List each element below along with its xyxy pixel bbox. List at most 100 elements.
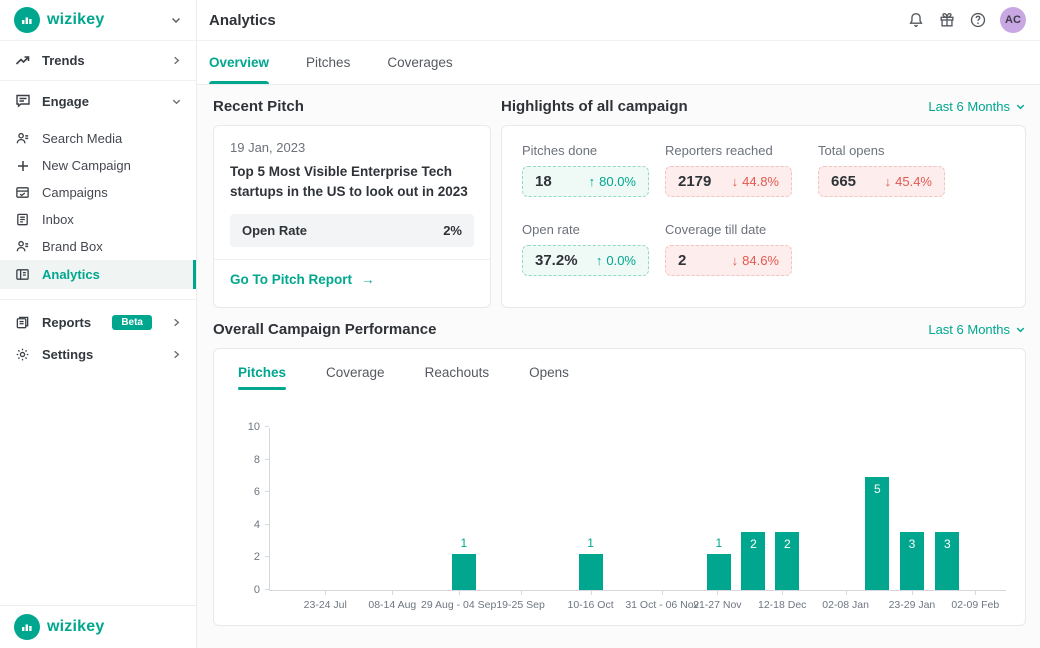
- arrow-up-icon: ↑: [596, 253, 603, 268]
- x-axis-tick: [325, 591, 326, 595]
- y-axis-tick-label: 2: [254, 551, 260, 563]
- sidebar-item-label: Campaigns: [42, 185, 108, 200]
- bar-value-label: 3: [900, 537, 924, 551]
- chart-tab-opens[interactable]: Opens: [529, 365, 569, 390]
- x-axis-tick: [717, 591, 718, 595]
- inbox-doc-icon: [14, 212, 31, 227]
- sidebar-item-analytics[interactable]: Analytics: [0, 260, 196, 289]
- x-axis-tick: [662, 591, 663, 595]
- sidebar-item-new-campaign[interactable]: New Campaign: [0, 152, 196, 179]
- bar-value-label: 3: [935, 537, 959, 551]
- sidebar-item-label: Engage: [42, 94, 89, 109]
- arrow-up-icon: ↑: [589, 174, 596, 189]
- x-axis-tick-label: 23-29 Jan: [889, 599, 936, 611]
- help-circle-icon[interactable]: [969, 11, 987, 29]
- metric-coverage-till-date: Coverage till date 2 ↓84.6%: [665, 222, 818, 276]
- highlights-card: Pitches done 18 ↑80.0% Reporters reached…: [501, 125, 1026, 308]
- y-axis-tick-label: 8: [254, 454, 260, 466]
- tab-overview[interactable]: Overview: [209, 41, 269, 84]
- y-axis-tick: [265, 524, 269, 525]
- chart-tabs: Pitches Coverage Reachouts Opens: [214, 365, 1025, 390]
- y-axis-tick-label: 10: [248, 421, 260, 433]
- chart-bar[interactable]: 1: [452, 554, 476, 590]
- performance-heading: Overall Campaign Performance: [213, 321, 436, 338]
- arrow-right-icon: →: [361, 272, 375, 287]
- x-axis-tick-label: 29 Aug - 04 Sep: [421, 599, 496, 611]
- highlights-period-dropdown[interactable]: Last 6 Months: [928, 99, 1026, 114]
- chart-bar[interactable]: 3: [900, 532, 924, 590]
- open-rate-row: Open Rate 2%: [230, 214, 474, 247]
- x-axis-tick-label: 31 Oct - 06 Nov: [625, 599, 699, 611]
- tab-coverages[interactable]: Coverages: [387, 41, 452, 84]
- report-doc-icon: [14, 315, 31, 330]
- sidebar-item-label: Analytics: [42, 267, 100, 282]
- sidebar: wizikey Trends Engage: [0, 0, 197, 648]
- engage-submenu: Search Media New Campaign Campaigns Inbo…: [0, 121, 196, 299]
- metric-reporters-reached: Reporters reached 2179 ↓44.8%: [665, 143, 818, 197]
- analytics-panel-icon: [14, 267, 31, 282]
- chevron-down-icon[interactable]: [170, 14, 182, 26]
- chart-bar[interactable]: 1: [579, 554, 603, 590]
- go-to-pitch-report-link[interactable]: Go To Pitch Report →: [230, 272, 375, 287]
- chevron-down-icon: [1015, 324, 1026, 335]
- sidebar-item-settings[interactable]: Settings: [0, 338, 196, 370]
- chart-plot: 024681023-24 Jul08-14 Aug29 Aug - 04 Sep…: [269, 428, 1006, 591]
- gift-icon[interactable]: [938, 11, 956, 29]
- sidebar-item-trends[interactable]: Trends: [0, 41, 196, 81]
- chart-tab-coverage[interactable]: Coverage: [326, 365, 385, 390]
- chevron-right-icon: [171, 317, 182, 328]
- chat-bubble-icon: [14, 93, 31, 109]
- brand-logo-footer: wizikey: [14, 614, 104, 640]
- sidebar-item-inbox[interactable]: Inbox: [0, 206, 196, 233]
- sidebar-item-search-media[interactable]: Search Media: [0, 125, 196, 152]
- chart-bar[interactable]: 2: [741, 532, 765, 590]
- x-axis-tick-label: 19-25 Sep: [496, 599, 544, 611]
- page-title: Analytics: [209, 12, 276, 29]
- metric-open-rate: Open rate 37.2% ↑0.0%: [522, 222, 665, 276]
- chart-tab-reachouts[interactable]: Reachouts: [425, 365, 490, 390]
- metric-pill: 37.2% ↑0.0%: [522, 245, 649, 276]
- sidebar-item-label: Settings: [42, 347, 93, 362]
- metric-total-opens: Total opens 665 ↓45.4%: [818, 143, 1005, 197]
- performance-period-dropdown[interactable]: Last 6 Months: [928, 322, 1026, 337]
- sidebar-item-campaigns[interactable]: Campaigns: [0, 179, 196, 206]
- arrow-down-icon: ↓: [732, 174, 739, 189]
- x-axis-tick: [782, 591, 783, 595]
- campaign-card-icon: [14, 185, 31, 200]
- chevron-down-icon: [171, 96, 182, 107]
- avatar[interactable]: AC: [1000, 7, 1026, 33]
- brand-logo: wizikey: [14, 7, 104, 33]
- workspace-switcher[interactable]: wizikey: [0, 0, 196, 41]
- y-axis-tick-label: 0: [254, 584, 260, 596]
- sidebar-item-reports[interactable]: Reports Beta: [0, 306, 196, 338]
- chevron-right-icon: [171, 55, 182, 66]
- bell-icon[interactable]: [907, 11, 925, 29]
- sidebar-item-label: Search Media: [42, 131, 122, 146]
- open-rate-value: 2%: [443, 223, 462, 238]
- sidebar-item-engage[interactable]: Engage: [0, 81, 196, 121]
- x-axis-tick: [846, 591, 847, 595]
- page-tabs: Overview Pitches Coverages: [197, 41, 1040, 85]
- chart-bar[interactable]: 2: [775, 532, 799, 590]
- chart-bar[interactable]: 3: [935, 532, 959, 590]
- performance-card: Pitches Coverage Reachouts Opens 0246810…: [213, 348, 1026, 626]
- chart-bar[interactable]: 1: [707, 554, 731, 590]
- sidebar-bottom-section: Reports Beta Settings: [0, 299, 196, 370]
- metric-pill: 665 ↓45.4%: [818, 166, 945, 197]
- x-axis-tick: [591, 591, 592, 595]
- recent-pitch-heading: Recent Pitch: [213, 98, 304, 115]
- metric-pill: 2179 ↓44.8%: [665, 166, 792, 197]
- metric-pill: 18 ↑80.0%: [522, 166, 649, 197]
- sidebar-item-brand-box[interactable]: Brand Box: [0, 233, 196, 260]
- tab-pitches[interactable]: Pitches: [306, 41, 350, 84]
- x-axis-tick-label: 02-09 Feb: [951, 599, 999, 611]
- bar-chart: 024681023-24 Jul08-14 Aug29 Aug - 04 Sep…: [269, 428, 1004, 591]
- chart-tab-pitches[interactable]: Pitches: [238, 365, 286, 390]
- chart-bar[interactable]: 5: [865, 477, 889, 590]
- sidebar-item-label: Brand Box: [42, 239, 103, 254]
- y-axis-tick: [265, 491, 269, 492]
- sidebar-item-label: Trends: [42, 53, 85, 68]
- plus-icon: [14, 159, 31, 173]
- recent-pitch-card: 19 Jan, 2023 Top 5 Most Visible Enterpri…: [213, 125, 491, 308]
- x-axis-tick-label: 10-16 Oct: [568, 599, 614, 611]
